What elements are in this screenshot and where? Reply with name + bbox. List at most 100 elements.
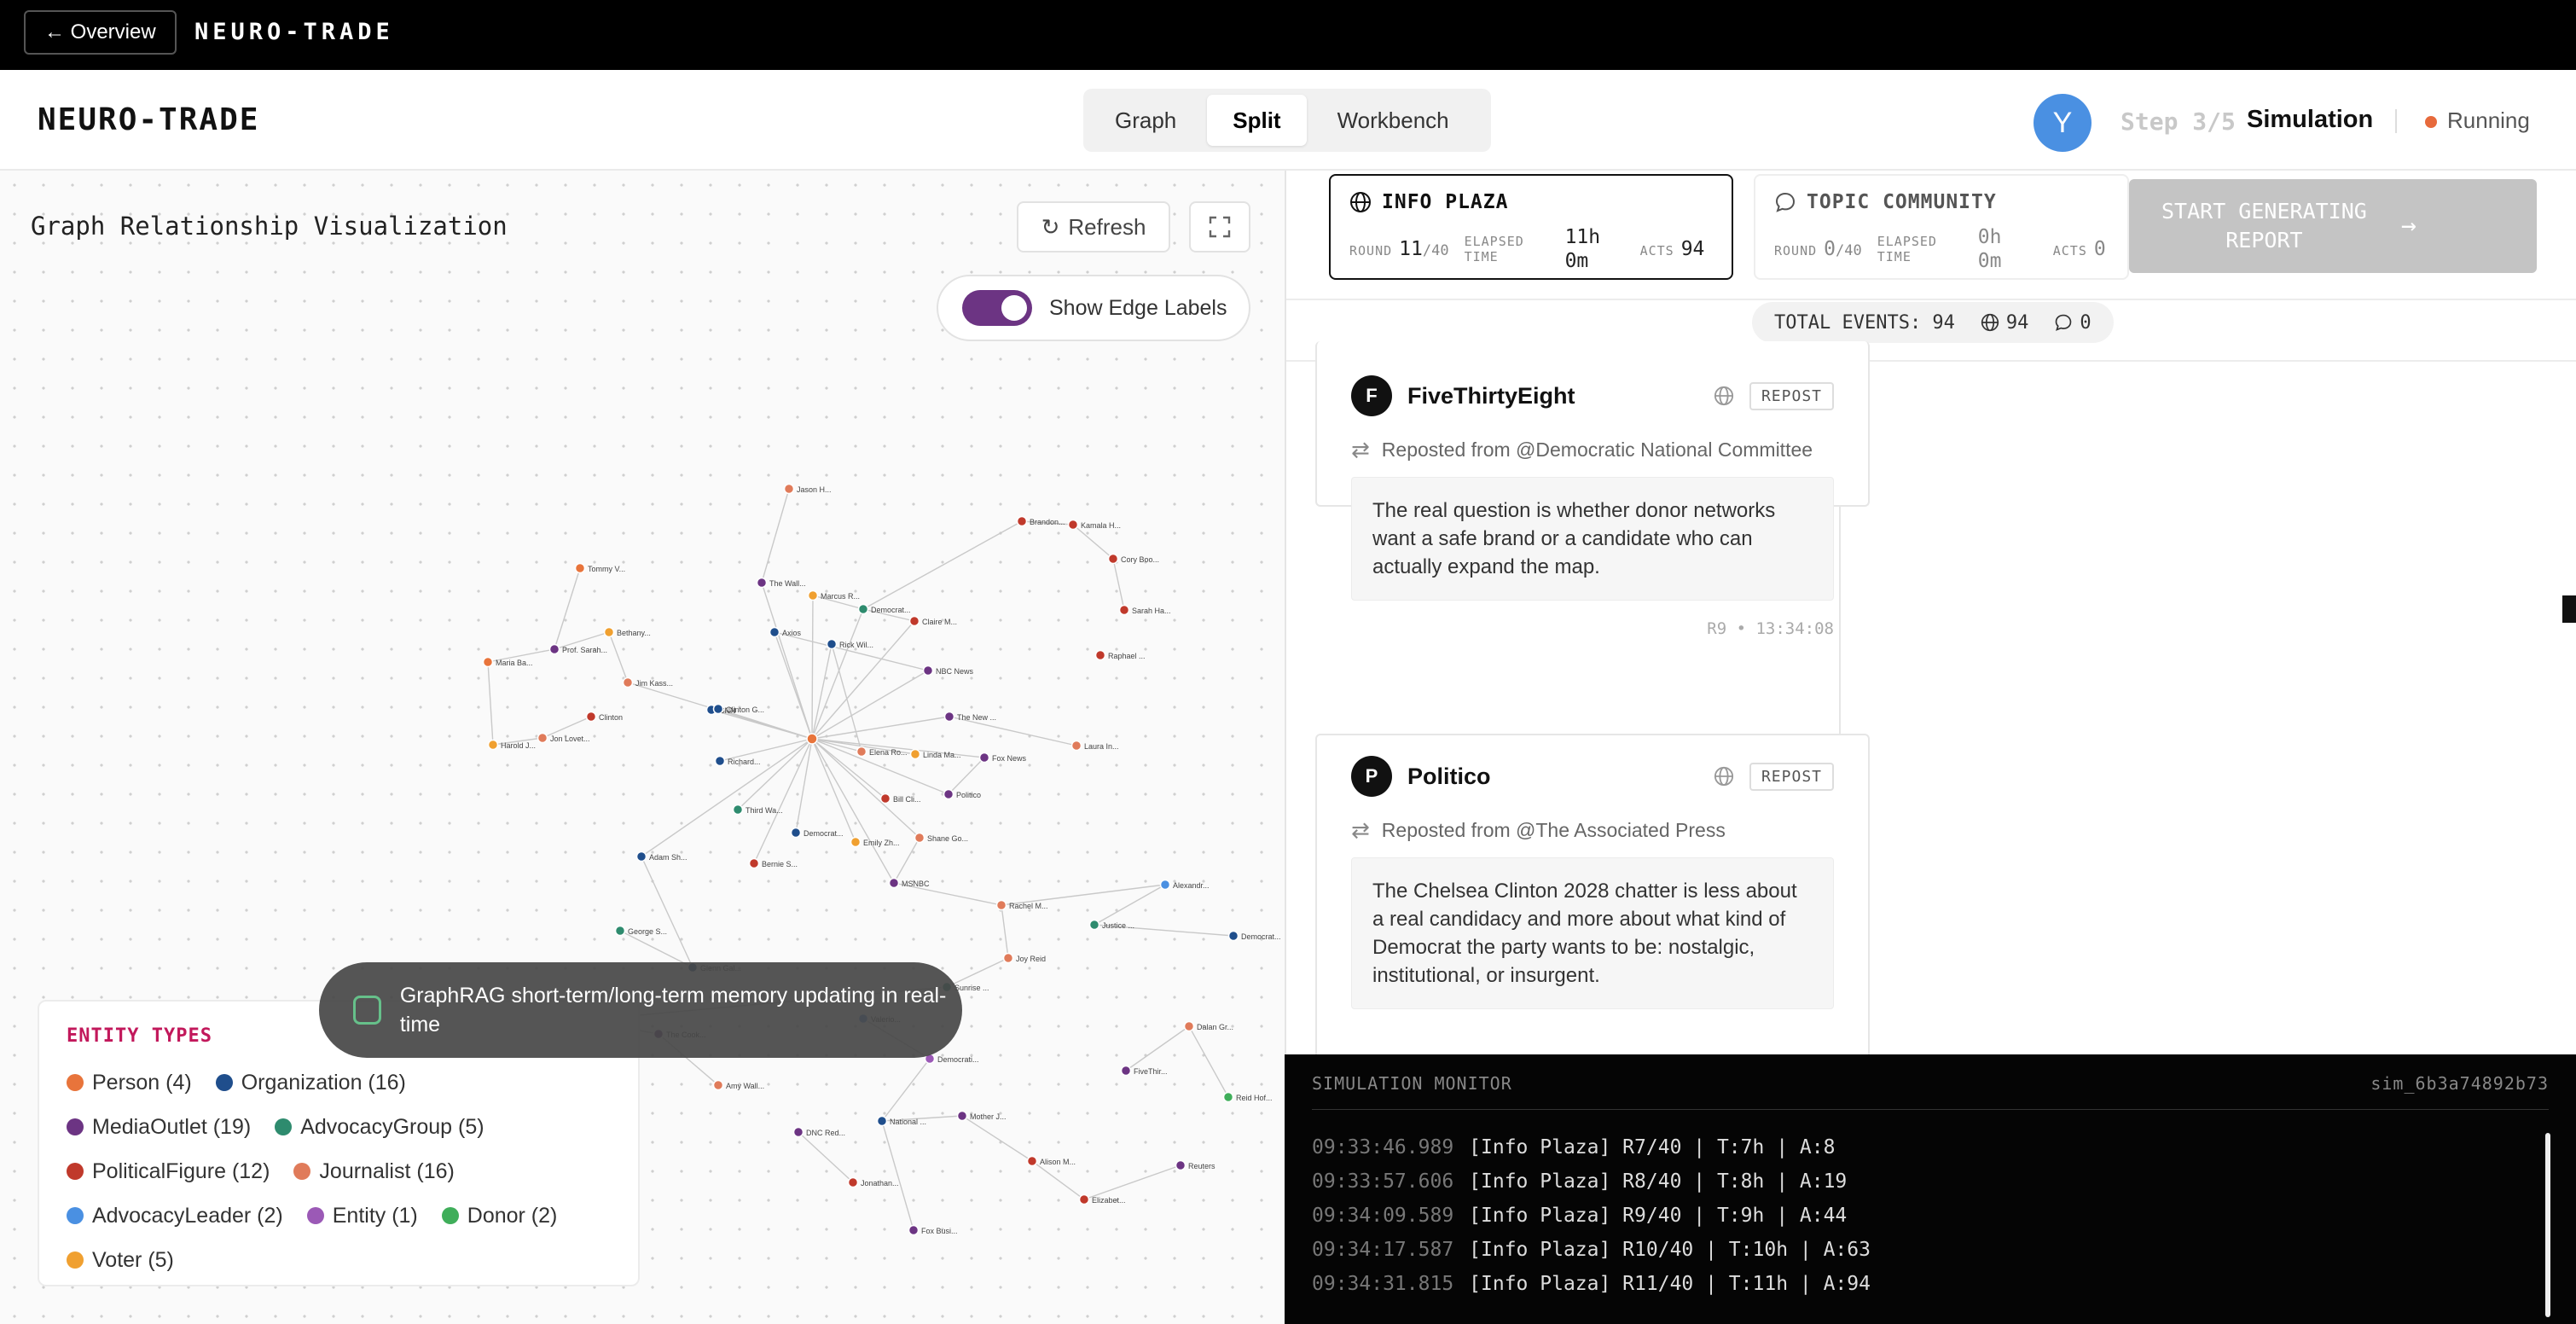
- legend-item[interactable]: Donor (2): [441, 1199, 557, 1233]
- graph-node[interactable]: [732, 804, 744, 816]
- post-card[interactable]: P Politico REPOST ⇄ Reposted from @The A…: [1315, 734, 1870, 1054]
- graph-node[interactable]: [995, 899, 1007, 911]
- post-card[interactable]: F FiveThirtyEight REPOST ⇄ Reposted from…: [1315, 341, 1870, 638]
- edge-labels-toggle[interactable]: Show Edge Labels: [937, 275, 1250, 341]
- graph-node[interactable]: [1222, 1091, 1234, 1103]
- graph-node[interactable]: [712, 703, 724, 715]
- graph-node[interactable]: [712, 1079, 724, 1091]
- back-to-overview-button[interactable]: ← Overview: [24, 10, 177, 55]
- graph-node-label: Fox Busi...: [921, 1227, 958, 1235]
- legend-label: Person (4): [92, 1070, 192, 1095]
- env-card-info-plaza[interactable]: INFO PLAZA ROUND 11/40 ELAPSED TIME 11h …: [1329, 174, 1733, 280]
- graph-edge: [811, 608, 864, 740]
- graph-node[interactable]: [826, 638, 838, 650]
- graph-node-label: Alexandr...: [1173, 881, 1210, 890]
- graph-node[interactable]: [635, 851, 647, 862]
- graph-node[interactable]: [1120, 1065, 1132, 1077]
- elapsed-value: 0m: [1564, 250, 1589, 272]
- graph-node[interactable]: [748, 857, 760, 869]
- graph-node[interactable]: [879, 793, 891, 804]
- graph-node[interactable]: [614, 925, 626, 937]
- graph-node[interactable]: [807, 589, 819, 601]
- graph-node[interactable]: [876, 1115, 888, 1127]
- graph-node[interactable]: [1016, 515, 1028, 527]
- graph-node[interactable]: [792, 1126, 804, 1138]
- graph-node[interactable]: [847, 1176, 859, 1188]
- graph-node[interactable]: [1107, 553, 1119, 565]
- graph-node[interactable]: [487, 739, 499, 751]
- user-avatar[interactable]: Y: [2034, 94, 2092, 152]
- graph-node[interactable]: [888, 877, 900, 889]
- start-generating-report-button[interactable]: START GENERATING REPORT →: [2129, 179, 2537, 273]
- graph-node[interactable]: [1183, 1020, 1195, 1032]
- env-card-topic-community[interactable]: TOPIC COMMUNITY ROUND 0/40 ELAPSED TIME …: [1754, 174, 2129, 280]
- graph-node[interactable]: [1118, 604, 1130, 616]
- legend-item[interactable]: Journalist (16): [293, 1154, 455, 1188]
- graph-node[interactable]: [806, 733, 818, 745]
- graph-node[interactable]: [622, 677, 634, 688]
- graph-node-label: Bethany...: [617, 629, 651, 637]
- graph-node[interactable]: [914, 832, 925, 844]
- graph-node[interactable]: [783, 483, 795, 495]
- graph-node[interactable]: [790, 827, 802, 839]
- graph-node[interactable]: [1078, 1193, 1090, 1205]
- tab-workbench[interactable]: Workbench: [1312, 95, 1475, 146]
- graph-node[interactable]: [603, 626, 615, 638]
- legend-item[interactable]: Entity (1): [306, 1199, 418, 1233]
- graph-node-label: Linda Ma...: [923, 751, 961, 759]
- graph-node[interactable]: [943, 788, 954, 800]
- scroll-indicator[interactable]: [2562, 595, 2576, 623]
- graph-node[interactable]: [1094, 649, 1106, 661]
- legend-item[interactable]: Person (4): [67, 1066, 192, 1100]
- graph-node[interactable]: [850, 836, 862, 848]
- graph-node[interactable]: [482, 656, 494, 668]
- generate-label: START GENERATING: [2161, 199, 2367, 224]
- graph-node[interactable]: [1175, 1159, 1186, 1171]
- legend-item[interactable]: Voter (5): [67, 1243, 174, 1277]
- legend-item[interactable]: PoliticalFigure (12): [67, 1154, 270, 1188]
- fullscreen-button[interactable]: [1189, 201, 1250, 253]
- graph-node[interactable]: [756, 577, 768, 589]
- graph-edge: [761, 488, 790, 584]
- log-line: 09:34:17.587 [Info Plaza] R10/40 | T:10h …: [1312, 1233, 2549, 1267]
- graph-node[interactable]: [857, 603, 869, 615]
- graph-node[interactable]: [943, 711, 955, 723]
- monitor-scrollbar[interactable]: [2545, 1133, 2550, 1317]
- graph-node[interactable]: [856, 746, 867, 758]
- graph-node[interactable]: [1026, 1155, 1038, 1167]
- graph-node[interactable]: [1002, 952, 1014, 964]
- graph-node[interactable]: [714, 755, 726, 767]
- graph-edge: [737, 738, 813, 810]
- edge-labels-switch[interactable]: [962, 290, 1032, 326]
- graph-node[interactable]: [908, 1224, 920, 1236]
- graph-node[interactable]: [1227, 930, 1239, 942]
- legend-item[interactable]: MediaOutlet (19): [67, 1110, 251, 1144]
- graph-node[interactable]: [956, 1110, 968, 1122]
- tab-split[interactable]: Split: [1207, 95, 1307, 146]
- legend-item[interactable]: AdvocacyLeader (2): [67, 1199, 283, 1233]
- header: NEURO-TRADE Graph Split Workbench Y Step…: [0, 70, 2576, 171]
- graph-node[interactable]: [548, 643, 560, 655]
- graph-node[interactable]: [1159, 879, 1171, 891]
- graph-node[interactable]: [769, 626, 780, 638]
- refresh-button[interactable]: ↻ Refresh: [1017, 201, 1170, 253]
- graph-node[interactable]: [909, 748, 921, 760]
- post-author: Politico: [1407, 763, 1491, 789]
- legend-item[interactable]: AdvocacyGroup (5): [275, 1110, 484, 1144]
- acts-value: 0: [2093, 238, 2106, 260]
- graph-node[interactable]: [537, 732, 548, 744]
- graph-node[interactable]: [908, 615, 920, 627]
- graph-node[interactable]: [574, 562, 586, 574]
- graph-node[interactable]: [922, 665, 934, 677]
- legend-item[interactable]: Organization (16): [215, 1066, 406, 1100]
- tab-graph[interactable]: Graph: [1089, 95, 1202, 146]
- globe-icon: [1714, 386, 1734, 406]
- graph-node[interactable]: [585, 711, 597, 723]
- graph-node[interactable]: [1088, 919, 1100, 931]
- globe-icon: [1981, 313, 1999, 332]
- graph-node[interactable]: [1070, 740, 1082, 752]
- graph-node[interactable]: [1067, 519, 1079, 531]
- graph-edge: [1083, 1164, 1181, 1200]
- graph-node[interactable]: [978, 752, 990, 764]
- graph-node-label: Fox News: [992, 754, 1027, 763]
